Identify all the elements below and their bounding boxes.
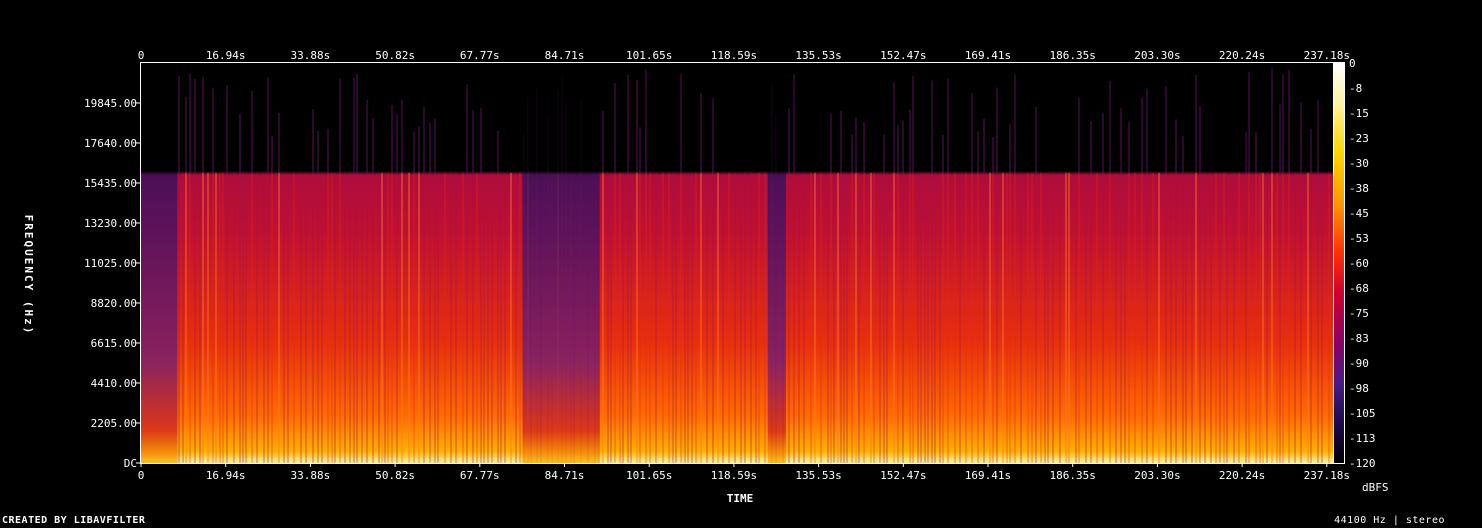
x-tick-label-bottom: 203.30s	[1134, 469, 1180, 482]
quiet-region	[141, 63, 178, 463]
y-tick-label: 17640.00	[84, 137, 137, 150]
y-tick-label: DC	[124, 457, 137, 470]
x-tick-label-bottom: 186.35s	[1050, 469, 1096, 482]
x-tick-label-bottom: 152.47s	[880, 469, 926, 482]
y-axis: DC 2205.00 4410.00 6615.00 8820.00 11025.00 13…	[84, 97, 141, 470]
x-tick-label-top: 152.47s	[880, 49, 926, 62]
colorbar-tick-label: -23	[1349, 132, 1369, 145]
colorbar-tick-label: -120	[1349, 457, 1376, 470]
colorbar-tick-label: -38	[1349, 182, 1369, 195]
x-tick-label-bottom: 118.59s	[711, 469, 757, 482]
x-tick-label-top: 118.59s	[711, 49, 757, 62]
x-tick-label-top: 237.18s	[1304, 49, 1350, 62]
y-tick-label: 15435.00	[84, 177, 137, 190]
x-tick-label-bottom: 237.18s	[1304, 469, 1350, 482]
x-tick-label-top: 0	[138, 49, 145, 62]
colorbar-tick-label: -113	[1349, 432, 1376, 445]
x-tick-label-bottom: 101.65s	[626, 469, 672, 482]
y-axis-label: FREQUENCY (Hz)	[22, 215, 35, 336]
quiet-region	[767, 63, 786, 463]
x-tick-label-top: 16.94s	[206, 49, 246, 62]
y-tick-label: 13230.00	[84, 217, 137, 230]
colorbar-tick-label: -15	[1349, 107, 1369, 120]
x-tick-label-bottom: 84.71s	[545, 469, 585, 482]
x-tick-label-top: 50.82s	[375, 49, 415, 62]
spectrogram-chart: 0 16.94s 33.88s 50.82s 67.77s 84.71s 101.65s 11…	[22, 49, 1389, 505]
quiet-region	[522, 63, 600, 463]
colorbar-tick-label: -8	[1349, 82, 1362, 95]
colorbar-ticks: 0 -8 -15 -23 -30 -38 -45 -53 -60 -68 -75 -83 -90 -98 -…	[1349, 57, 1376, 470]
x-axis-bottom: 0 16.94s 33.88s 50.82s 67.77s 84.71s 101.65s 11…	[138, 463, 1350, 482]
x-axis-label: TIME	[727, 492, 754, 505]
x-tick-label-top: 203.30s	[1134, 49, 1180, 62]
colorbar-tick-label: -60	[1349, 257, 1369, 270]
x-tick-label-top: 169.41s	[965, 49, 1011, 62]
spectrogram-plot-area	[140, 62, 1341, 464]
colorbar-tick-label: 0	[1349, 57, 1356, 70]
colorbar-tick-label: -90	[1349, 357, 1369, 370]
x-tick-label-top: 67.77s	[460, 49, 500, 62]
colorbar-tick-label: -75	[1349, 307, 1369, 320]
y-tick-label: 11025.00	[84, 257, 137, 270]
x-tick-label-top: 84.71s	[545, 49, 585, 62]
footer-format-info: 44100 Hz | stereo	[1334, 515, 1445, 526]
x-tick-label-bottom: 33.88s	[291, 469, 331, 482]
x-tick-label-bottom: 67.77s	[460, 469, 500, 482]
x-tick-label-top: 220.24s	[1219, 49, 1265, 62]
colorbar-tick-label: -68	[1349, 282, 1369, 295]
y-tick-label: 19845.00	[84, 97, 137, 110]
colorbar-tick-label: -105	[1349, 407, 1376, 420]
colorbar: 0 -8 -15 -23 -30 -38 -45 -53 -60 -68 -75 -83 -90 -98 -…	[1333, 57, 1389, 494]
x-axis-top: 0 16.94s 33.88s 50.82s 67.77s 84.71s 101.65s 11…	[138, 49, 1350, 62]
x-tick-label-top: 101.65s	[626, 49, 672, 62]
y-tick-label: 2205.00	[91, 417, 137, 430]
y-tick-label: 6615.00	[91, 337, 137, 350]
y-tick-label: 8820.00	[91, 297, 137, 310]
colorbar-tick-label: -83	[1349, 332, 1369, 345]
x-tick-label-bottom: 135.53s	[795, 469, 841, 482]
x-tick-label-top: 33.88s	[291, 49, 331, 62]
x-tick-label-top: 135.53s	[795, 49, 841, 62]
colorbar-gradient	[1334, 63, 1344, 463]
x-tick-label-bottom: 0	[138, 469, 145, 482]
x-tick-label-top: 186.35s	[1050, 49, 1096, 62]
footer-credit: CREATED BY LIBAVFILTER	[2, 515, 146, 526]
x-tick-label-bottom: 16.94s	[206, 469, 246, 482]
x-tick-label-bottom: 169.41s	[965, 469, 1011, 482]
x-tick-label-bottom: 220.24s	[1219, 469, 1265, 482]
colorbar-label: dBFS	[1362, 481, 1389, 494]
colorbar-tick-label: -30	[1349, 157, 1369, 170]
x-tick-label-bottom: 50.82s	[375, 469, 415, 482]
colorbar-tick-label: -53	[1349, 232, 1369, 245]
colorbar-tick-label: -98	[1349, 382, 1369, 395]
y-tick-label: 4410.00	[91, 377, 137, 390]
colorbar-tick-label: -45	[1349, 207, 1369, 220]
